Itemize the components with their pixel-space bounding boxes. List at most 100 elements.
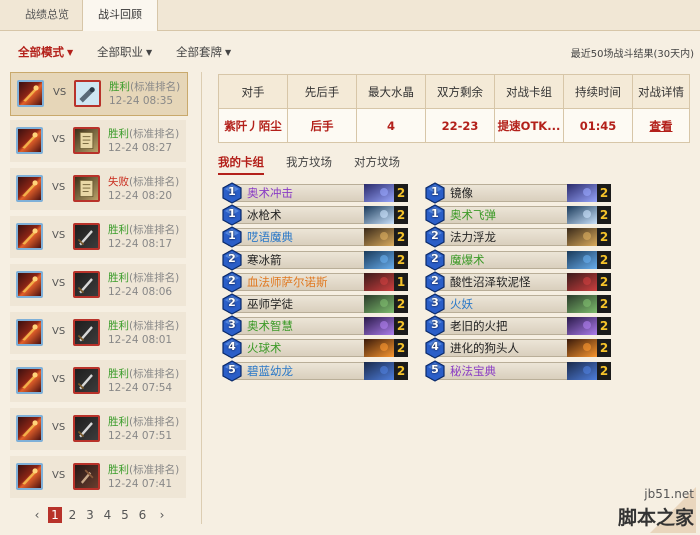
sword-icon	[73, 223, 100, 250]
card-name: 奥术冲击	[247, 186, 293, 200]
mana-crystal-icon: 1	[222, 204, 242, 226]
view-details-link[interactable]: 查看	[632, 108, 690, 143]
card-row[interactable]: 3 老旧的火把 2	[425, 315, 611, 337]
mana-crystal-icon: 2	[425, 248, 445, 271]
match-item[interactable]: VS 胜利(标准排名) 12-24 08:35	[10, 72, 188, 116]
match-time: 12-24 07:54	[108, 382, 173, 394]
tab-overview[interactable]: 战绩总览	[14, 0, 80, 30]
match-time: 12-24 08:27	[108, 142, 173, 154]
card-row[interactable]: 3 火妖 2	[425, 293, 611, 315]
card-cost: 3	[431, 296, 439, 309]
card-row[interactable]: 2 法力浮龙 2	[425, 226, 611, 249]
filter-class-dropdown[interactable]: 全部职业 ▼	[97, 44, 152, 60]
page-1-button[interactable]: 1	[48, 507, 62, 523]
match-time: 12-24 08:17	[108, 238, 173, 250]
filter-mode-label: 全部模式	[18, 45, 64, 59]
page-5-button[interactable]: 5	[118, 507, 132, 523]
card-name: 火妖	[450, 297, 473, 311]
card-row[interactable]: 4 火球术 2	[222, 337, 408, 360]
card-art-icon	[567, 228, 599, 247]
mana-crystal-icon: 1	[222, 182, 242, 204]
card-art-icon	[364, 184, 396, 202]
card-row[interactable]: 5 碧蓝幼龙 2	[222, 359, 408, 382]
result-text: 胜利	[108, 320, 129, 332]
card-row[interactable]: 1 呓语魔典 2	[222, 226, 408, 249]
match-info-header-row: 对手 先后手 最大水晶 双方剩余 对战卡组 持续时间 对战详情	[218, 74, 690, 109]
card-row[interactable]: 2 巫师学徒 2	[222, 293, 408, 315]
card-row[interactable]: 2 寒冰箭 2	[222, 248, 408, 271]
match-item[interactable]: VS 胜利(标准排名) 12-24 08:27	[10, 120, 186, 162]
result-mode: (标准排名)	[129, 464, 180, 476]
page-2-button[interactable]: 2	[66, 507, 80, 523]
mana-crystal-icon: 1	[222, 226, 242, 249]
spellbook-icon	[73, 127, 100, 154]
mana-crystal-icon: 2	[425, 271, 445, 293]
match-item[interactable]: VS 胜利(标准排名) 12-24 08:06	[10, 264, 186, 306]
mage-fireball-icon	[16, 367, 43, 394]
match-result: 胜利(标准排名)	[109, 79, 180, 94]
match-item[interactable]: VS 胜利(标准排名) 12-24 07:41	[10, 456, 186, 498]
vs-label: VS	[52, 278, 66, 289]
match-item[interactable]: VS 胜利(标准排名) 12-24 07:51	[10, 408, 186, 450]
header-remaining-health: 双方剩余	[425, 74, 495, 109]
card-count: 2	[394, 206, 408, 225]
mana-crystal-icon: 1	[425, 204, 445, 226]
card-row[interactable]: 2 酸性沼泽软泥怪 2	[425, 271, 611, 293]
card-count: 2	[597, 250, 611, 269]
prev-page-button[interactable]: ‹	[30, 507, 44, 523]
match-info-table: 对手 先后手 最大水晶 双方剩余 对战卡组 持续时间 对战详情 紫阡丿陌尘 后手…	[218, 74, 690, 143]
page-4-button[interactable]: 4	[101, 507, 115, 523]
card-cost: 5	[228, 362, 236, 376]
card-cost: 1	[431, 207, 439, 221]
card-count: 2	[394, 295, 408, 313]
divider	[201, 72, 202, 524]
max-mana: 4	[356, 108, 426, 143]
mana-crystal-icon: 2	[222, 293, 242, 315]
match-item[interactable]: VS 胜利(标准排名) 12-24 07:54	[10, 360, 186, 402]
card-row[interactable]: 1 奥术飞弹 2	[425, 204, 611, 226]
card-row[interactable]: 4 进化的狗头人 2	[425, 337, 611, 360]
result-mode: (标准排名)	[129, 368, 180, 380]
filter-mode-dropdown[interactable]: 全部模式 ▼	[18, 44, 73, 60]
card-row[interactable]: 2 血法师萨尔诺斯 1	[222, 271, 408, 293]
subtab-opponent-graveyard[interactable]: 对方坟场	[354, 154, 400, 170]
mana-crystal-icon: 5	[425, 359, 445, 382]
card-name: 镜像	[450, 186, 473, 200]
card-art-icon	[567, 272, 599, 291]
card-art-icon	[364, 295, 396, 313]
card-row[interactable]: 1 奥术冲击 2	[222, 182, 408, 204]
mana-crystal-icon: 2	[425, 226, 445, 249]
sword-icon	[73, 271, 100, 298]
opponent-deck: 提速OTK...	[494, 108, 564, 143]
card-row[interactable]: 1 冰枪术 2	[222, 204, 408, 226]
card-cost: 1	[431, 185, 439, 198]
card-art-icon	[364, 272, 396, 291]
next-page-button[interactable]: ›	[155, 507, 169, 523]
tab-battle-review[interactable]: 战斗回顾	[82, 0, 158, 31]
card-count: 2	[597, 184, 611, 202]
card-row[interactable]: 5 秘法宝典 2	[425, 359, 611, 382]
match-result: 胜利(标准排名)	[108, 270, 179, 285]
header-turn-order: 先后手	[287, 74, 357, 109]
match-time: 12-24 08:20	[108, 190, 173, 202]
card-name: 巫师学徒	[247, 297, 293, 311]
card-row[interactable]: 1 镜像 2	[425, 182, 611, 204]
subtab-my-deck[interactable]: 我的卡组	[218, 154, 264, 175]
page-6-button[interactable]: 6	[136, 507, 150, 523]
subtab-my-graveyard[interactable]: 我方坟场	[286, 154, 332, 170]
mage-frost-icon	[74, 80, 101, 107]
result-text: 胜利	[108, 464, 129, 476]
card-count: 2	[597, 361, 611, 380]
match-item[interactable]: VS 胜利(标准排名) 12-24 08:01	[10, 312, 186, 354]
mage-fireball-icon	[16, 223, 43, 250]
match-item[interactable]: VS 失败(标准排名) 12-24 08:20	[10, 168, 186, 210]
card-art-icon	[567, 361, 599, 380]
card-row[interactable]: 2 魔爆术 2	[425, 248, 611, 271]
card-row[interactable]: 3 奥术智慧 2	[222, 315, 408, 337]
watermark-name: 脚本之家	[617, 507, 694, 529]
match-item[interactable]: VS 胜利(标准排名) 12-24 08:17	[10, 216, 186, 258]
filter-deck-dropdown[interactable]: 全部套牌 ▼	[176, 44, 231, 60]
filter-class-label: 全部职业	[97, 45, 143, 59]
match-result: 胜利(标准排名)	[108, 414, 179, 429]
page-3-button[interactable]: 3	[83, 507, 97, 523]
